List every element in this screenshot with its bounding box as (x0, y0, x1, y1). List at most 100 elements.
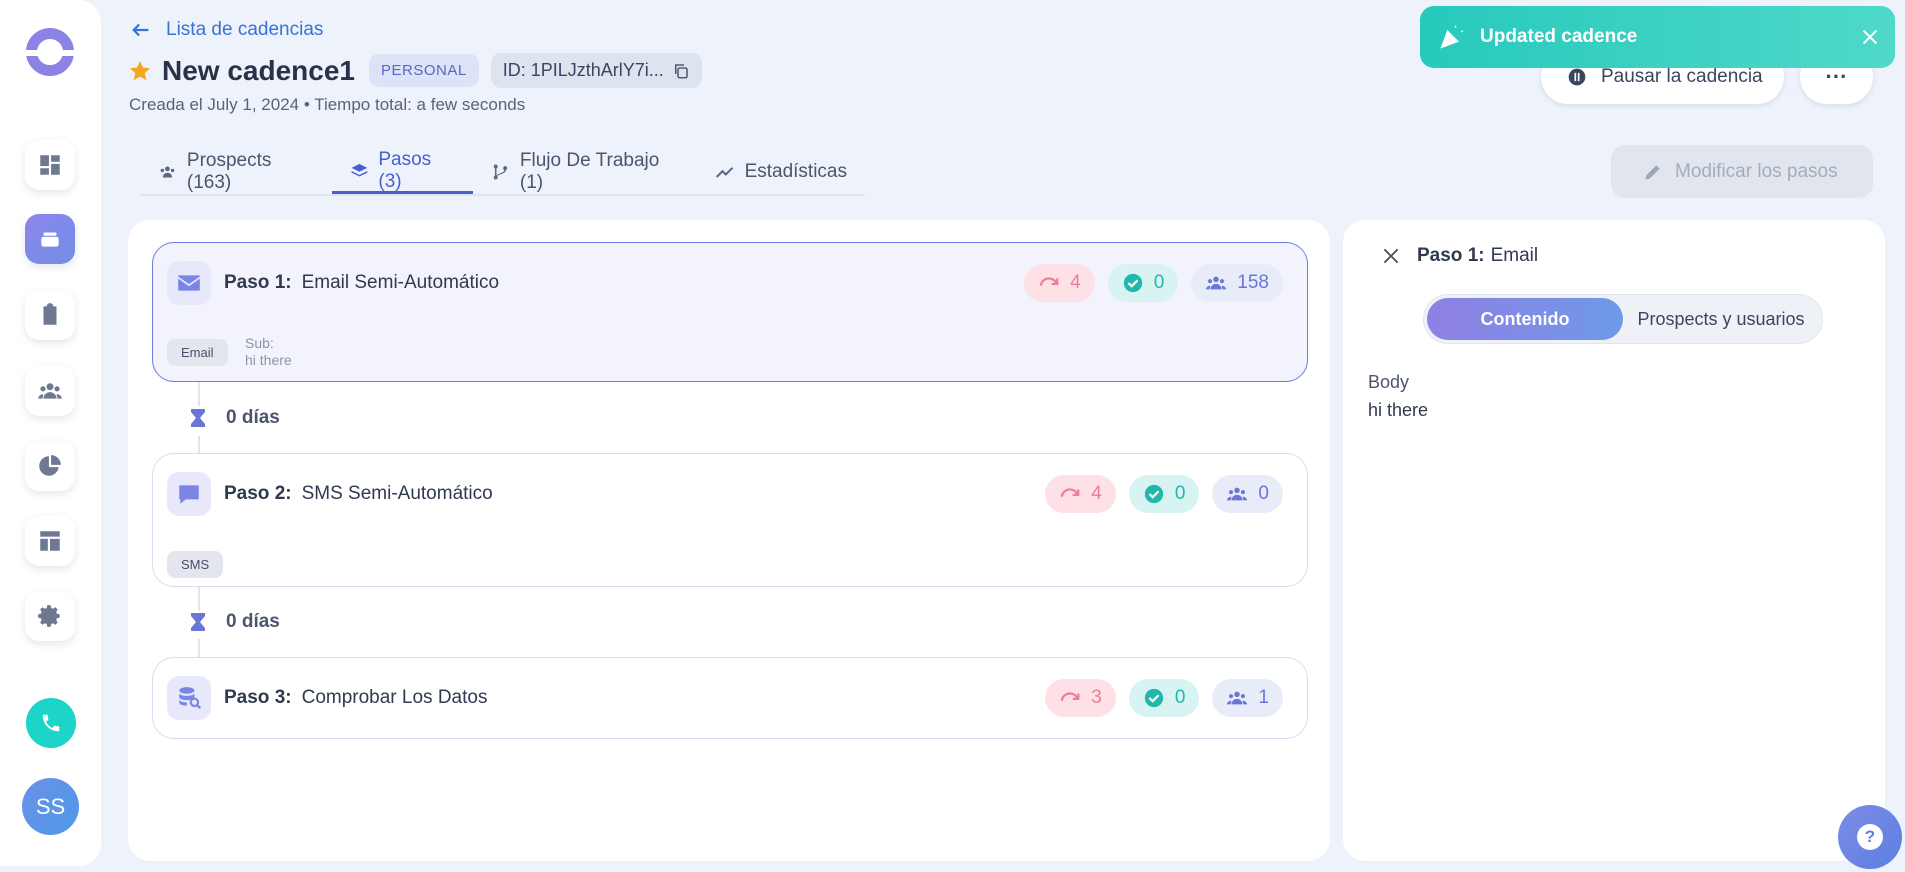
subject-label: Sub: (245, 335, 274, 351)
back-label: Lista de cadencias (166, 19, 324, 40)
tab-bar: Prospects (163) Pasos (3) Flujo De Traba… (140, 149, 865, 196)
step-detail-panel: Paso 1: Email Contenido Prospects y usua… (1343, 220, 1885, 861)
prospects-badge[interactable]: 1 (1212, 679, 1283, 717)
done-count: 0 (1174, 483, 1186, 504)
prospects-badge[interactable]: 0 (1212, 475, 1283, 513)
toggle-prospects-users[interactable]: Prospects y usuarios (1623, 298, 1819, 340)
back-link[interactable]: Lista de cadencias (130, 19, 323, 41)
body-text: hi there (1368, 400, 1429, 420)
question-icon: ? (1857, 824, 1883, 850)
redo-icon (1060, 488, 1080, 498)
tab-prospects[interactable]: Prospects (163) (140, 150, 332, 194)
toast-notification: Updated cadence (1420, 6, 1895, 68)
pause-label: Pausar la cadencia (1601, 66, 1763, 87)
sidebar: SS (0, 0, 101, 866)
personal-badge: PERSONAL (369, 54, 479, 87)
pause-icon (1568, 68, 1586, 86)
arrow-left-icon (132, 23, 149, 37)
modify-steps-button[interactable]: Modificar los pasos (1611, 145, 1873, 198)
redo-icon (1039, 277, 1059, 287)
tab-label: Estadísticas (744, 161, 847, 182)
connector-line (198, 639, 200, 657)
connector-line (198, 382, 200, 406)
hourglass-icon (191, 613, 205, 631)
close-icon[interactable] (1859, 26, 1881, 48)
prospects-count: 1 (1258, 687, 1269, 708)
step-counters: 3 0 1 (1032, 679, 1283, 717)
tab-label: Flujo De Trabajo (1) (519, 150, 660, 193)
skipped-badge[interactable]: 3 (1045, 679, 1116, 717)
title-row: New cadence1 PERSONAL ID: 1PILJzthArlY7i… (128, 53, 702, 88)
step-card-1[interactable]: Paso 1: Email Semi-Automático 4 0 158 Ema… (152, 242, 1308, 382)
done-badge[interactable]: 0 (1128, 475, 1200, 513)
step-number: Paso 3: (224, 687, 292, 708)
step-number: Paso 1: (224, 272, 292, 293)
people-icon (1227, 691, 1248, 705)
skipped-count: 3 (1091, 687, 1102, 708)
done-badge[interactable]: 0 (1107, 264, 1179, 302)
created-info: Creada el July 1, 2024 • Tiempo total: a… (129, 95, 526, 114)
skipped-badge[interactable]: 4 (1024, 264, 1095, 302)
step-number: Paso 2: (224, 483, 292, 504)
done-badge[interactable]: 0 (1128, 679, 1200, 717)
dashboard-icon[interactable] (25, 140, 75, 190)
email-icon (167, 261, 211, 305)
clipboard-icon[interactable] (25, 290, 75, 340)
layout-icon[interactable] (25, 516, 75, 566)
content-toggle: Contenido Prospects y usuarios (1423, 294, 1823, 344)
star-icon[interactable] (128, 59, 152, 83)
chat-bubble-icon (167, 472, 211, 516)
delay-label: 0 días (226, 611, 280, 632)
step-name: Email Semi-Automático (301, 272, 500, 293)
delay-1: 0 días (190, 407, 280, 429)
tab-label: Prospects (163) (186, 150, 272, 193)
close-icon[interactable] (1381, 246, 1401, 266)
step-counters: 4 0 158 (1011, 264, 1283, 302)
prospects-badge[interactable]: 158 (1191, 264, 1283, 302)
channel-tag: SMS (167, 551, 224, 578)
step-card-2[interactable]: Paso 2: SMS Semi-Automático 4 0 0 SMS (152, 453, 1308, 587)
skipped-count: 4 (1091, 483, 1102, 504)
step-counters: 4 0 0 (1032, 475, 1283, 513)
party-popper-icon (1440, 25, 1464, 49)
connector-line (198, 587, 200, 611)
step-title: Paso 3: Comprobar Los Datos (224, 687, 487, 709)
check-circle-icon (1144, 688, 1164, 708)
step-name: SMS Semi-Automático (301, 483, 493, 504)
id-chip[interactable]: ID: 1PILJzthArlY7i... (490, 53, 702, 88)
tab-steps[interactable]: Pasos (3) (331, 149, 474, 194)
step-name: Comprobar Los Datos (301, 687, 488, 708)
detail-step-name: Email (1490, 245, 1539, 266)
toggle-content[interactable]: Contenido (1427, 298, 1623, 340)
prospects-count: 0 (1258, 483, 1269, 504)
detail-header: Paso 1: Email (1381, 245, 1538, 267)
pie-chart-icon[interactable] (25, 441, 75, 491)
step-title: Paso 2: SMS Semi-Automático (224, 483, 493, 505)
hourglass-icon (191, 409, 205, 427)
help-button[interactable]: ? (1838, 805, 1902, 869)
tab-workflow[interactable]: Flujo De Trabajo (1) (473, 150, 697, 194)
tab-statistics[interactable]: Estadísticas (697, 150, 865, 194)
gear-icon[interactable] (25, 591, 75, 641)
prospects-count: 158 (1237, 272, 1269, 293)
subject-text: hi there (245, 352, 292, 368)
people-icon[interactable] (25, 366, 75, 416)
detail-step-number: Paso 1: (1417, 245, 1485, 266)
step-card-3[interactable]: Paso 3: Comprobar Los Datos 3 0 1 (152, 657, 1308, 739)
avatar[interactable]: SS (22, 778, 79, 835)
phone-icon[interactable] (26, 698, 76, 748)
database-search-icon (167, 676, 211, 720)
trend-icon (715, 167, 733, 178)
copy-icon[interactable] (672, 62, 690, 80)
toast-message: Updated cadence (1480, 26, 1638, 47)
channel-tag: Email (167, 339, 228, 366)
delay-label: 0 días (226, 407, 280, 428)
subject-preview: Sub: hi there (245, 335, 292, 369)
cadences-icon[interactable] (25, 214, 75, 264)
redo-icon (1060, 692, 1080, 702)
branch-icon (493, 164, 508, 180)
skipped-badge[interactable]: 4 (1045, 475, 1116, 513)
skipped-count: 4 (1070, 272, 1081, 293)
app-logo[interactable] (23, 28, 77, 76)
page-title: New cadence1 (162, 54, 355, 86)
